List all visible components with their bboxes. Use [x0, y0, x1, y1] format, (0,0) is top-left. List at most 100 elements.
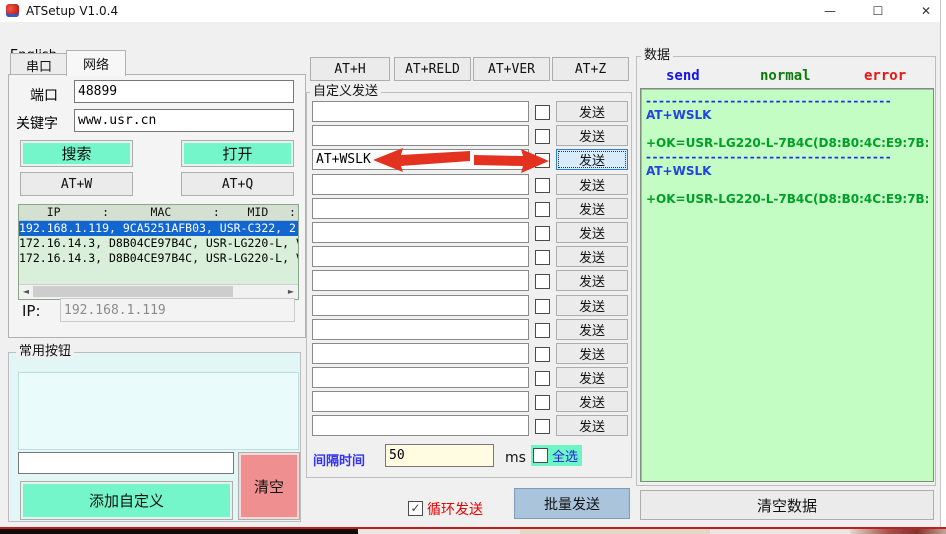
menu-bar: English 关于 [0, 22, 940, 46]
data-log[interactable]: -------------------------------------- A… [640, 88, 934, 482]
send-row-input[interactable] [312, 319, 529, 340]
custom-command-input[interactable] [18, 452, 234, 474]
window-body: ATSetup V1.0.4 — ☐ ✕ English 关于 串口 网络 端口… [0, 0, 941, 527]
send-row-checkbox[interactable] [535, 371, 550, 386]
send-button[interactable]: 发送 [556, 343, 628, 364]
log-line: +OK=USR-LG220-L-7B4C(D8:B0:4C:E9:7B:4B),… [646, 192, 928, 206]
send-row-checkbox[interactable] [535, 299, 550, 314]
log-line: +OK=USR-LG220-L-7B4C(D8:B0:4C:E9:7B:4B),… [646, 136, 928, 150]
scroll-left-icon[interactable]: ◄ [19, 285, 33, 298]
minimize-button[interactable]: — [815, 0, 845, 22]
send-row-checkbox[interactable] [535, 347, 550, 362]
at-w-button[interactable]: AT+W [20, 172, 133, 196]
send-row-input[interactable] [312, 198, 529, 219]
log-line: AT+WSLK [646, 108, 928, 122]
legend-send: send [666, 68, 700, 84]
send-button[interactable]: 发送 [556, 319, 628, 340]
tab-network[interactable]: 网络 [66, 50, 126, 76]
send-button[interactable]: 发送 [556, 198, 628, 219]
send-row-checkbox[interactable] [535, 323, 550, 338]
at-z-button[interactable]: AT+Z [552, 57, 629, 81]
at-h-button[interactable]: AT+H [310, 57, 390, 81]
keyword-input[interactable] [74, 109, 294, 132]
background-window-maroon-area [850, 529, 946, 534]
log-line [646, 178, 928, 192]
window-title: ATSetup V1.0.4 [26, 4, 118, 18]
title-bar[interactable]: ATSetup V1.0.4 — ☐ ✕ [0, 0, 940, 22]
atsetup-window: ATSetup V1.0.4 — ☐ ✕ English 关于 串口 网络 端口… [0, 0, 946, 534]
send-row-input[interactable] [312, 270, 529, 291]
log-line: AT+WSLK [646, 164, 928, 178]
clear-data-button[interactable]: 清空数据 [640, 490, 934, 520]
port-input[interactable] [74, 80, 294, 103]
log-line: -------------------------------------- [646, 94, 928, 108]
loop-send-label: 循环发送 [427, 499, 483, 519]
send-button[interactable]: 发送 [556, 391, 628, 412]
scrollbar-thumb[interactable] [33, 286, 233, 297]
at-q-button[interactable]: AT+Q [181, 172, 294, 196]
at-reld-button[interactable]: AT+RELD [394, 57, 471, 81]
send-row-checkbox[interactable] [535, 105, 550, 120]
send-button[interactable]: 发送 [556, 101, 628, 122]
keyword-label: 关键字 [16, 113, 58, 133]
search-button[interactable]: 搜索 [20, 140, 133, 167]
send-row-input[interactable] [312, 367, 529, 388]
device-row[interactable]: 192.168.1.119, 9CA5251AFB03, USR-C322, 2… [19, 221, 298, 236]
clear-common-button[interactable]: 清空 [238, 452, 300, 520]
send-row-input[interactable] [312, 125, 529, 146]
tab-serial[interactable]: 串口 [10, 53, 68, 76]
send-row-checkbox[interactable] [535, 153, 550, 168]
send-row-checkbox[interactable] [535, 419, 550, 434]
send-row-input[interactable] [312, 295, 529, 316]
send-row-checkbox[interactable] [535, 129, 550, 144]
app-logo-icon [6, 4, 19, 17]
loop-send-checkbox[interactable]: ✓ [408, 501, 423, 516]
send-row-input[interactable] [312, 391, 529, 412]
common-buttons-panel [18, 372, 299, 450]
background-window-edge [0, 527, 946, 534]
device-list-header: IP : MAC : MID : VER [19, 205, 298, 221]
send-button[interactable]: 发送 [556, 125, 628, 146]
open-button[interactable]: 打开 [181, 140, 294, 167]
send-button[interactable]: 发送 [556, 367, 628, 388]
send-row-checkbox[interactable] [535, 395, 550, 410]
send-row-input[interactable] [312, 246, 529, 267]
send-row-input-atwslk[interactable] [312, 149, 529, 170]
at-ver-button[interactable]: AT+VER [473, 57, 550, 81]
device-row[interactable]: 172.16.14.3, D8B04CE97B4C, USR-LG220-L, … [19, 236, 298, 251]
send-row-checkbox[interactable] [535, 178, 550, 193]
send-row-input[interactable] [312, 343, 529, 364]
send-row-input[interactable] [312, 415, 529, 436]
send-row-checkbox[interactable] [535, 202, 550, 217]
send-button[interactable]: 发送 [556, 270, 628, 291]
interval-unit: ms [505, 450, 526, 466]
send-button[interactable]: 发送 [556, 295, 628, 316]
device-row[interactable]: 172.16.14.3, D8B04CE97B4C, USR-LG220-L, … [19, 251, 298, 266]
custom-send-label: 自定义发送 [310, 85, 381, 99]
send-row-checkbox[interactable] [535, 274, 550, 289]
interval-input[interactable] [385, 444, 494, 467]
device-list-hscrollbar[interactable]: ◄ ► [19, 284, 298, 299]
background-window-dark-area [0, 529, 358, 534]
send-row-input[interactable] [312, 101, 529, 122]
send-row-checkbox[interactable] [535, 250, 550, 265]
close-button[interactable]: ✕ [911, 0, 941, 22]
add-custom-button[interactable]: 添加自定义 [20, 481, 233, 520]
log-line [646, 122, 928, 136]
select-all-checkbox[interactable] [533, 448, 548, 463]
send-row-checkbox[interactable] [535, 226, 550, 241]
send-button[interactable]: 发送 [556, 222, 628, 243]
ip-field [60, 298, 295, 322]
maximize-button[interactable]: ☐ [863, 0, 893, 22]
send-row-input[interactable] [312, 222, 529, 243]
send-button-focused[interactable]: 发送 [556, 149, 628, 170]
legend-normal: normal [760, 68, 811, 84]
scroll-right-icon[interactable]: ► [284, 285, 298, 298]
send-button[interactable]: 发送 [556, 415, 628, 436]
device-list[interactable]: IP : MAC : MID : VER 192.168.1.119, 9CA5… [18, 204, 299, 300]
send-row-input[interactable] [312, 174, 529, 195]
batch-send-button[interactable]: 批量发送 [514, 488, 630, 519]
select-all-label: 全选 [552, 446, 578, 465]
send-button[interactable]: 发送 [556, 246, 628, 267]
send-button[interactable]: 发送 [556, 174, 628, 195]
